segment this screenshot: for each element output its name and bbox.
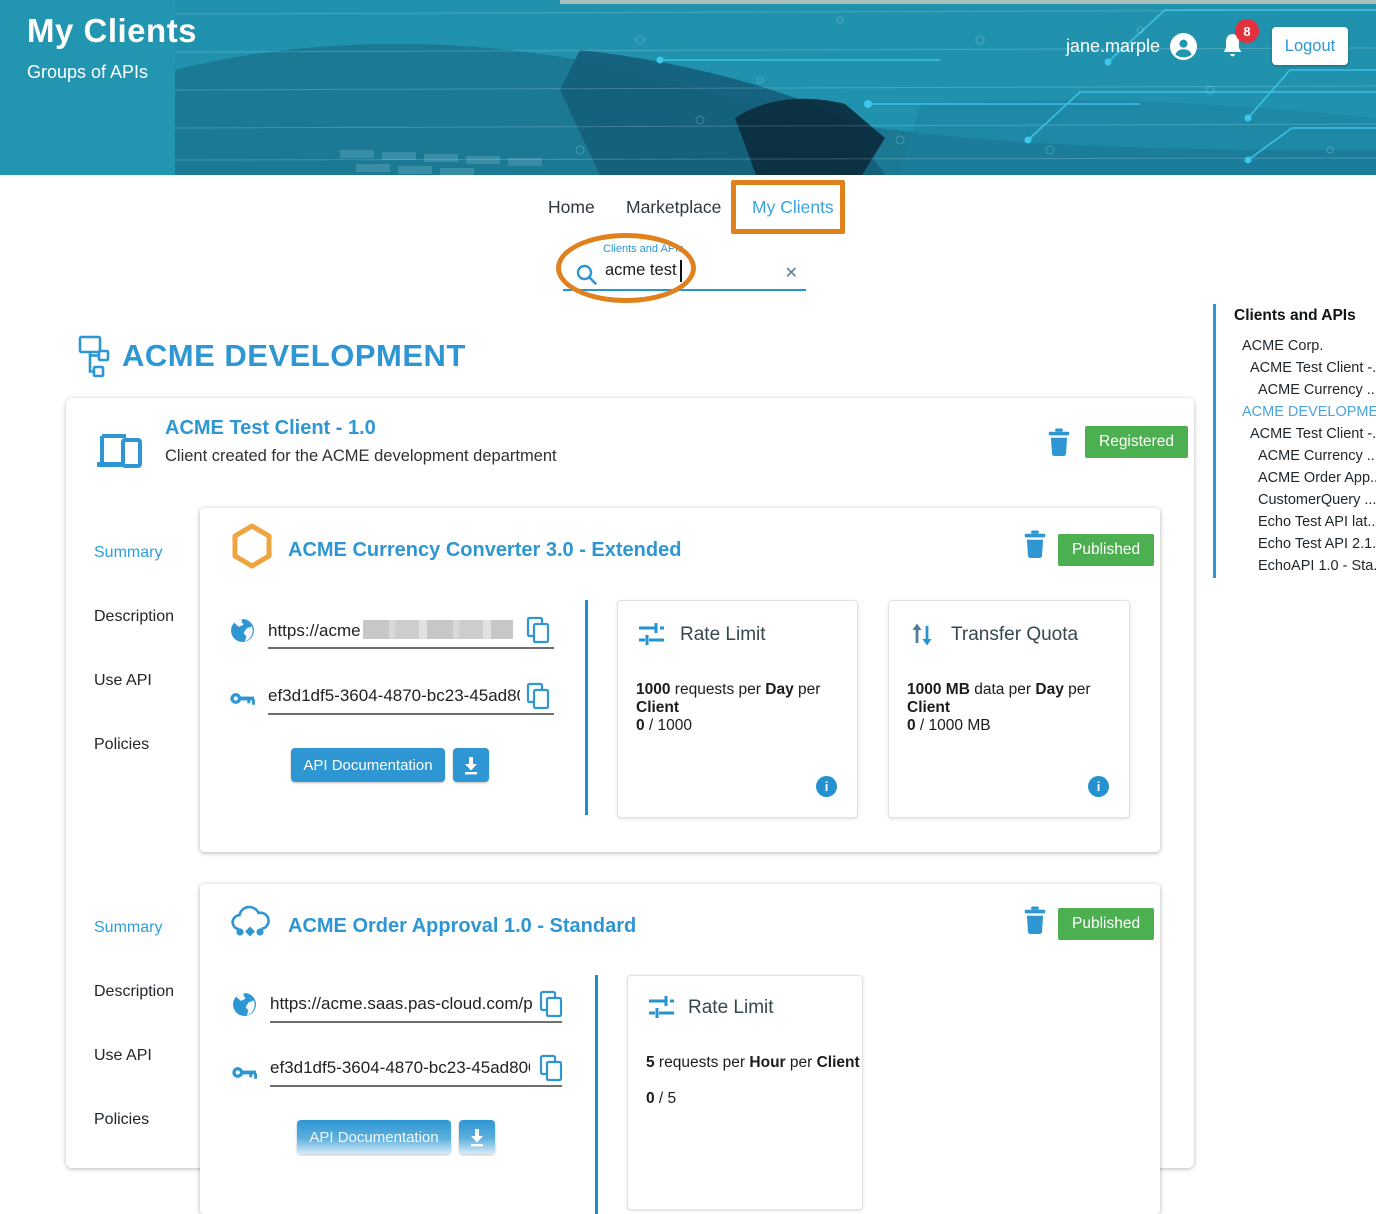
side-nav-description-2[interactable]: Description <box>94 983 174 1001</box>
page-header: My Clients Groups of APIs jane.marple 8 … <box>0 0 1376 175</box>
tree-item-acme-order-approval[interactable]: ACME Order App... <box>1216 467 1376 489</box>
url-underline <box>268 647 554 649</box>
api-card-currency-converter: ACME Currency Converter 3.0 - Extended P… <box>200 508 1160 852</box>
org-chart-icon <box>78 334 110 378</box>
tree-item-acme-test-client[interactable]: ACME Test Client -... <box>1216 357 1376 379</box>
logout-button[interactable]: Logout <box>1272 27 1348 65</box>
notification-badge: 8 <box>1235 19 1259 43</box>
username: jane.marple <box>1066 36 1160 57</box>
tree-item-acme-corp[interactable]: ACME Corp. <box>1216 335 1376 357</box>
tree-item-customerquery[interactable]: CustomerQuery ... <box>1216 489 1376 511</box>
page-title: My Clients <box>27 12 197 50</box>
side-nav-policies-2[interactable]: Policies <box>94 1111 149 1129</box>
api-documentation-button[interactable]: API Documentation <box>291 748 445 782</box>
api-documentation-button[interactable]: API Documentation <box>297 1120 451 1154</box>
globe-icon <box>230 618 255 643</box>
delete-api-icon[interactable] <box>1022 530 1048 558</box>
section-divider <box>585 600 588 815</box>
download-icon <box>467 1127 487 1147</box>
download-button[interactable] <box>453 748 489 782</box>
notifications-button[interactable]: 8 <box>1219 32 1246 60</box>
transfer-quota-title: Transfer Quota <box>951 624 1078 646</box>
key-underline <box>270 1085 562 1087</box>
transfer-quota-card: Transfer Quota 1000 MB data per Day per … <box>888 600 1130 818</box>
search-label: Clients and APIs <box>603 243 684 255</box>
api-endpoint-url[interactable]: https://acme <box>268 620 524 641</box>
tree-item-acme-currency[interactable]: ACME Currency ... <box>1216 379 1376 401</box>
api-key-value[interactable]: ef3d1df5-3604-4870-bc23-45ad80 <box>268 686 520 706</box>
tab-marketplace[interactable]: Marketplace <box>626 197 721 218</box>
tab-home[interactable]: Home <box>548 197 595 218</box>
api-title: ACME Currency Converter 3.0 - Extended <box>288 539 681 562</box>
transfer-quota-detail: 1000 MB data per Day per Client <box>907 681 1129 717</box>
group-heading: ACME DEVELOPMENT <box>78 334 466 378</box>
tree-item-acme-development[interactable]: ACME DEVELOPME... <box>1216 401 1376 423</box>
rate-limit-title: Rate Limit <box>688 997 774 1019</box>
text-cursor <box>680 260 682 282</box>
info-icon[interactable]: i <box>1088 776 1109 797</box>
transfer-quota-icon <box>909 621 936 648</box>
delete-client-icon[interactable] <box>1046 428 1072 456</box>
client-description: Client created for the ACME development … <box>165 447 557 466</box>
rate-limit-usage: 0 / 5 <box>646 1090 676 1108</box>
section-divider <box>595 975 598 1214</box>
status-badge-registered: Registered <box>1085 426 1188 458</box>
rate-limit-usage: 0 / 1000 <box>636 717 692 735</box>
api-endpoint-url[interactable]: https://acme.saas.pas-cloud.com/p <box>270 994 532 1014</box>
delete-api-icon[interactable] <box>1022 906 1048 934</box>
key-underline <box>268 713 554 715</box>
account-icon[interactable] <box>1170 33 1197 60</box>
side-nav-policies[interactable]: Policies <box>94 736 149 754</box>
rate-limit-detail: 1000 requests per Day per Client <box>636 681 857 717</box>
tree-item-echoapi-10[interactable]: EchoAPI 1.0 - Sta... <box>1216 555 1376 577</box>
download-icon <box>461 755 481 775</box>
redacted-url-segment <box>363 620 513 639</box>
search-icon[interactable] <box>575 263 598 286</box>
tree-title: Clients and APIs <box>1216 307 1376 325</box>
url-underline <box>270 1021 562 1023</box>
tree-item-echo-test-api-21[interactable]: Echo Test API 2.1... <box>1216 533 1376 555</box>
copy-key-icon[interactable] <box>538 1054 565 1083</box>
key-icon <box>232 1060 257 1085</box>
side-nav-summary[interactable]: Summary <box>94 544 162 562</box>
clients-apis-tree: Clients and APIs ACME Corp. ACME Test Cl… <box>1213 304 1376 578</box>
rate-limit-title: Rate Limit <box>680 624 766 646</box>
tree-item-acme-currency-2[interactable]: ACME Currency ... <box>1216 445 1376 467</box>
download-button[interactable] <box>459 1120 495 1154</box>
side-nav-use-api-2[interactable]: Use API <box>94 1047 152 1065</box>
client-title: ACME Test Client - 1.0 <box>165 417 376 440</box>
globe-icon <box>232 992 257 1017</box>
search-field[interactable]: Clients and APIs acme test ✕ <box>563 242 806 291</box>
side-nav-summary-2[interactable]: Summary <box>94 919 162 937</box>
client-card: ACME Test Client - 1.0 Client created fo… <box>66 398 1194 1168</box>
transfer-quota-usage: 0 / 1000 MB <box>907 717 991 735</box>
rate-limit-icon <box>648 994 675 1021</box>
clear-search-icon[interactable]: ✕ <box>785 263 798 283</box>
hexagon-icon <box>228 522 276 570</box>
api-title: ACME Order Approval 1.0 - Standard <box>288 915 636 938</box>
status-badge-published: Published <box>1058 534 1154 566</box>
rate-limit-icon <box>638 621 665 648</box>
copy-url-icon[interactable] <box>525 616 552 645</box>
side-nav-use-api[interactable]: Use API <box>94 672 152 690</box>
rate-limit-detail: 5 requests per Hour per Client <box>646 1054 860 1072</box>
devices-icon <box>96 426 148 474</box>
key-icon <box>230 686 255 711</box>
copy-key-icon[interactable] <box>525 682 552 711</box>
cloud-icon <box>228 902 272 942</box>
info-icon[interactable]: i <box>816 776 837 797</box>
api-card-order-approval: ACME Order Approval 1.0 - Standard Publi… <box>200 884 1160 1214</box>
status-badge-published: Published <box>1058 908 1154 940</box>
tree-item-acme-test-client-2[interactable]: ACME Test Client -... <box>1216 423 1376 445</box>
page-subtitle: Groups of APIs <box>27 62 197 83</box>
side-nav-description[interactable]: Description <box>94 608 174 626</box>
tab-my-clients[interactable]: My Clients <box>752 197 834 218</box>
group-title: ACME DEVELOPMENT <box>122 338 466 374</box>
api-key-value[interactable]: ef3d1df5-3604-4870-bc23-45ad800 <box>270 1058 530 1078</box>
search-input[interactable]: acme test <box>605 261 677 280</box>
rate-limit-card: Rate Limit 1000 requests per Day per Cli… <box>617 600 858 818</box>
tree-item-echo-test-api-latest[interactable]: Echo Test API lat... <box>1216 511 1376 533</box>
copy-url-icon[interactable] <box>538 990 565 1019</box>
rate-limit-card: Rate Limit 5 requests per Hour per Clien… <box>627 975 863 1210</box>
